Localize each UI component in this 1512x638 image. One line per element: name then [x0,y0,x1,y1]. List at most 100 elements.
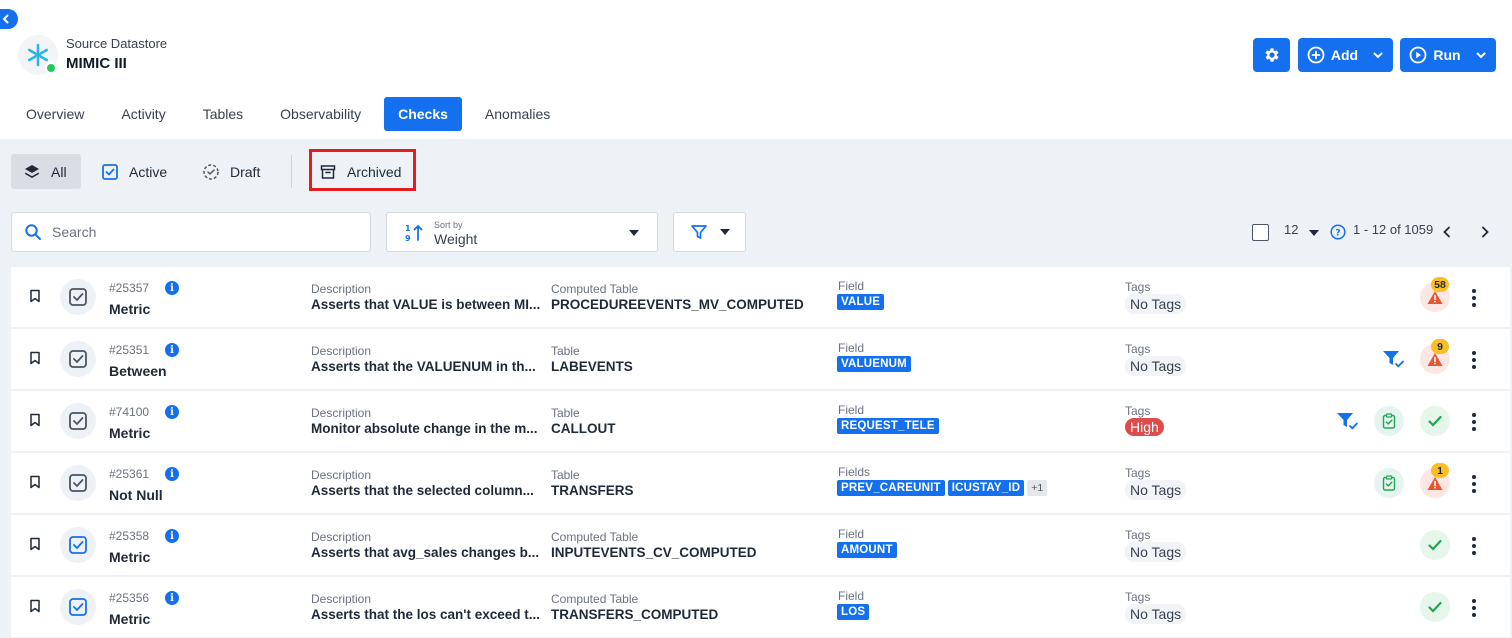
passing-status[interactable] [1420,592,1450,622]
bookmark-icon [30,351,40,365]
filter-draft[interactable]: Draft [190,154,272,189]
validation-status[interactable] [1374,468,1404,498]
check-table: PROCEDUREEVENTS_MV_COMPUTED [551,297,804,312]
check-type-icon [69,536,87,554]
check-table: INPUTEVENTS_CV_COMPUTED [551,545,757,560]
tab-observability[interactable]: Observability [266,97,375,131]
table-row[interactable]: #25357 i Metric Description Asserts that VAL… [11,267,1510,328]
bookmark-button[interactable] [29,289,41,306]
bookmark-icon [30,599,40,613]
sort-value: Weight [434,231,478,247]
layers-icon [25,164,39,178]
tab-anomalies[interactable]: Anomalies [471,97,564,131]
info-icon[interactable]: i [165,405,179,419]
search-icon [25,224,41,240]
check-id: #25361 [109,467,150,481]
field-label: Field [838,279,865,293]
check-table: CALLOUT [551,421,616,436]
field-badges: VALUENUM [837,356,911,372]
table-row[interactable]: #74100 i Metric Description Monitor absolute… [11,391,1510,452]
bookmark-icon [30,413,40,427]
info-icon[interactable]: i [165,281,179,295]
more-options-button[interactable] [1466,597,1482,619]
field-badge: LOS [837,604,870,620]
run-button-label: Run [1433,47,1461,63]
check-type: Metric [109,549,151,565]
caret-down-icon[interactable] [1309,229,1319,237]
archived-highlight-box [309,149,416,191]
chevron-left-icon[interactable] [1441,225,1453,239]
table-label: Table [551,468,580,482]
page-size-value[interactable]: 12 [1284,222,1298,237]
check-type: Metric [109,611,151,627]
draft-circle-icon [203,163,219,180]
field-badges: PREV_CAREUNIT ICUSTAY_ID +1 [837,480,1048,496]
tag-chip: High [1125,418,1164,436]
bookmark-button[interactable] [29,599,41,616]
check-type: Metric [109,425,151,441]
field-badge: VALUENUM [837,356,911,372]
passing-status[interactable] [1420,406,1450,436]
table-row[interactable]: #25351 i Between Description Asserts that th… [11,329,1510,390]
chevron-down-icon [1373,52,1383,59]
check-table: TRANSFERS [551,483,634,498]
tab-tables[interactable]: Tables [189,97,257,131]
datastore-subtitle: Source Datastore [66,36,168,51]
more-options-button[interactable] [1466,349,1482,371]
tab-activity[interactable]: Activity [107,97,179,131]
check-type-icon [69,598,87,616]
table-label: Table [551,406,580,420]
select-all-checkbox[interactable] [1252,224,1269,241]
info-icon[interactable]: i [165,591,179,605]
run-button[interactable]: Run [1400,38,1496,72]
description-label: Description [311,406,372,420]
more-fields-badge[interactable]: +1 [1027,480,1048,496]
settings-button[interactable] [1253,38,1290,72]
check-description: Asserts that VALUE is between MI... [311,297,541,312]
field-badges: AMOUNT [837,542,897,558]
search-box[interactable] [11,212,371,252]
tab-checks[interactable]: Checks [384,97,462,131]
passing-status[interactable] [1420,530,1450,560]
table-row[interactable]: #25361 i Not Null Description Asserts that t… [11,453,1510,514]
field-label: Field [838,527,865,541]
bookmark-button[interactable] [29,413,41,430]
table-row[interactable]: #25358 i Metric Description Asserts that avg… [11,515,1510,576]
filter-active[interactable]: Active [89,154,179,189]
table-row[interactable]: #25356 i Metric Description Asserts that the… [11,577,1510,638]
add-button[interactable]: Add [1298,38,1393,72]
filter-button[interactable] [673,212,746,252]
more-options-button[interactable] [1466,411,1482,433]
check-type-icon [69,288,87,306]
search-input[interactable] [52,224,352,240]
more-options-button[interactable] [1466,287,1482,309]
add-button-label: Add [1330,47,1359,63]
bookmark-button[interactable] [29,537,41,554]
check-id: #74100 [109,405,150,419]
more-options-button[interactable] [1466,535,1482,557]
chevron-right-icon[interactable] [1479,225,1491,239]
check-description: Asserts that the selected column... [311,483,534,498]
filter-all[interactable]: All [11,154,81,189]
field-label: Field [838,341,865,355]
tab-overview[interactable]: Overview [12,97,98,131]
filter-applied-indicator[interactable] [1336,411,1360,434]
sort-select[interactable]: 1 9 Sort by Weight [386,212,658,252]
caret-down-icon [719,229,730,235]
info-icon[interactable]: i [165,343,179,357]
info-icon[interactable]: i [165,529,179,543]
bookmark-button[interactable] [29,351,41,368]
filter-active-label: Active [129,163,168,180]
more-options-button[interactable] [1466,473,1482,495]
tag-chip: No Tags [1125,480,1187,500]
connection-status-dot [45,62,57,74]
bookmark-button[interactable] [29,475,41,492]
play-circle-icon [1409,46,1427,64]
description-label: Description [311,592,372,606]
filter-draft-label: Draft [230,163,261,180]
info-icon[interactable]: i [165,467,179,481]
field-badges: REQUEST_TELE [837,418,939,434]
filter-applied-indicator[interactable] [1382,349,1406,372]
validation-status[interactable] [1374,406,1404,436]
help-circle-icon[interactable]: ? [1330,224,1346,240]
